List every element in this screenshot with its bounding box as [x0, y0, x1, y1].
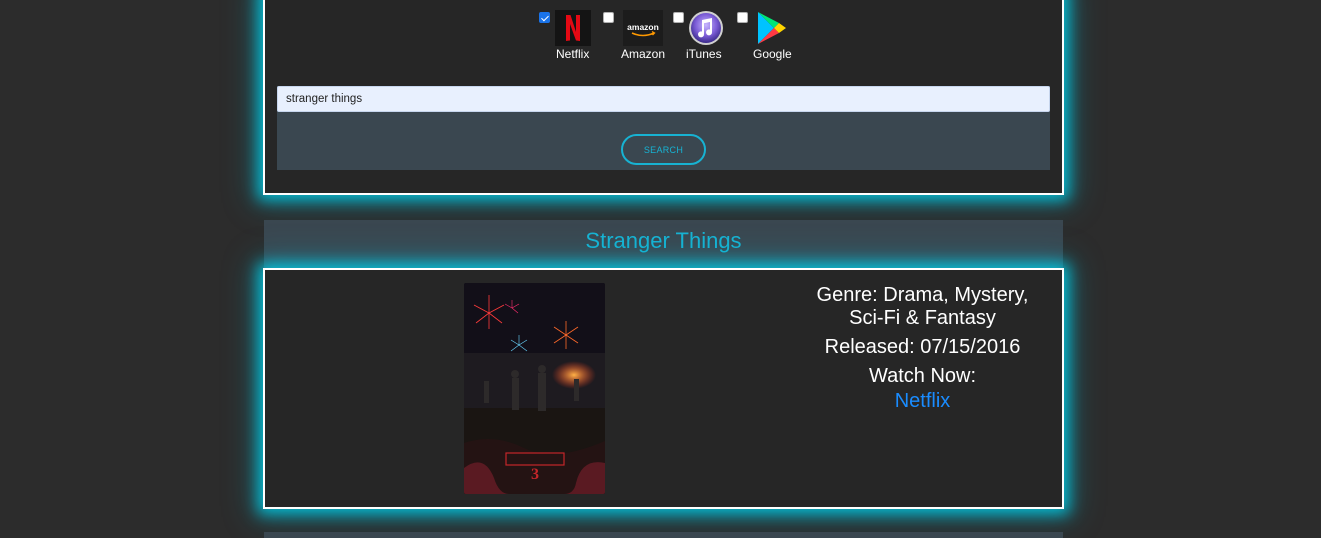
google-checkbox[interactable]	[737, 12, 748, 23]
watch-now-label: Watch Now:	[868, 365, 977, 387]
svg-text:3: 3	[531, 466, 539, 483]
genre-line2: Sci-Fi & Fantasy	[849, 307, 996, 329]
provider-label-netflix: Netflix	[556, 47, 590, 61]
amazon-checkbox[interactable]	[603, 12, 614, 23]
search-button[interactable]: SEARCH	[621, 134, 706, 165]
result-title: Stranger Things	[585, 228, 742, 253]
next-result-bar	[264, 532, 1063, 538]
provider-label-amazon: Amazon	[621, 47, 666, 61]
page: Netflix amazon Amazon iTunes Google stra…	[0, 0, 1321, 538]
search-input[interactable]	[277, 86, 1050, 112]
netflix-icon	[555, 10, 591, 46]
watch-netflix-link[interactable]: Netflix	[895, 390, 951, 412]
google-play-icon	[753, 10, 789, 46]
result-info: Genre: Drama, Mystery, Sci-Fi & Fantasy …	[800, 284, 1045, 413]
release-date: Released: 07/15/2016	[824, 336, 1021, 358]
netflix-checkbox[interactable]	[539, 12, 550, 23]
genre: Genre: Drama, Mystery, Sci-Fi & Fantasy	[800, 284, 1045, 330]
provider-label-google: Google	[753, 47, 792, 61]
genre-line1: Genre: Drama, Mystery,	[816, 284, 1029, 306]
itunes-icon	[688, 10, 724, 46]
amazon-icon: amazon	[623, 10, 663, 46]
poster-image: 3	[464, 283, 605, 494]
result-title-bar: Stranger Things	[264, 220, 1063, 268]
provider-label-itunes: iTunes	[686, 47, 722, 61]
svg-text:amazon: amazon	[627, 22, 659, 32]
search-panel: Netflix amazon Amazon iTunes Google stra…	[263, 0, 1064, 195]
itunes-checkbox[interactable]	[673, 12, 684, 23]
result-card: 3 Genre: Drama, Mystery, Sci-Fi & Fantas…	[263, 268, 1064, 509]
search-box: SEARCH	[277, 86, 1050, 170]
